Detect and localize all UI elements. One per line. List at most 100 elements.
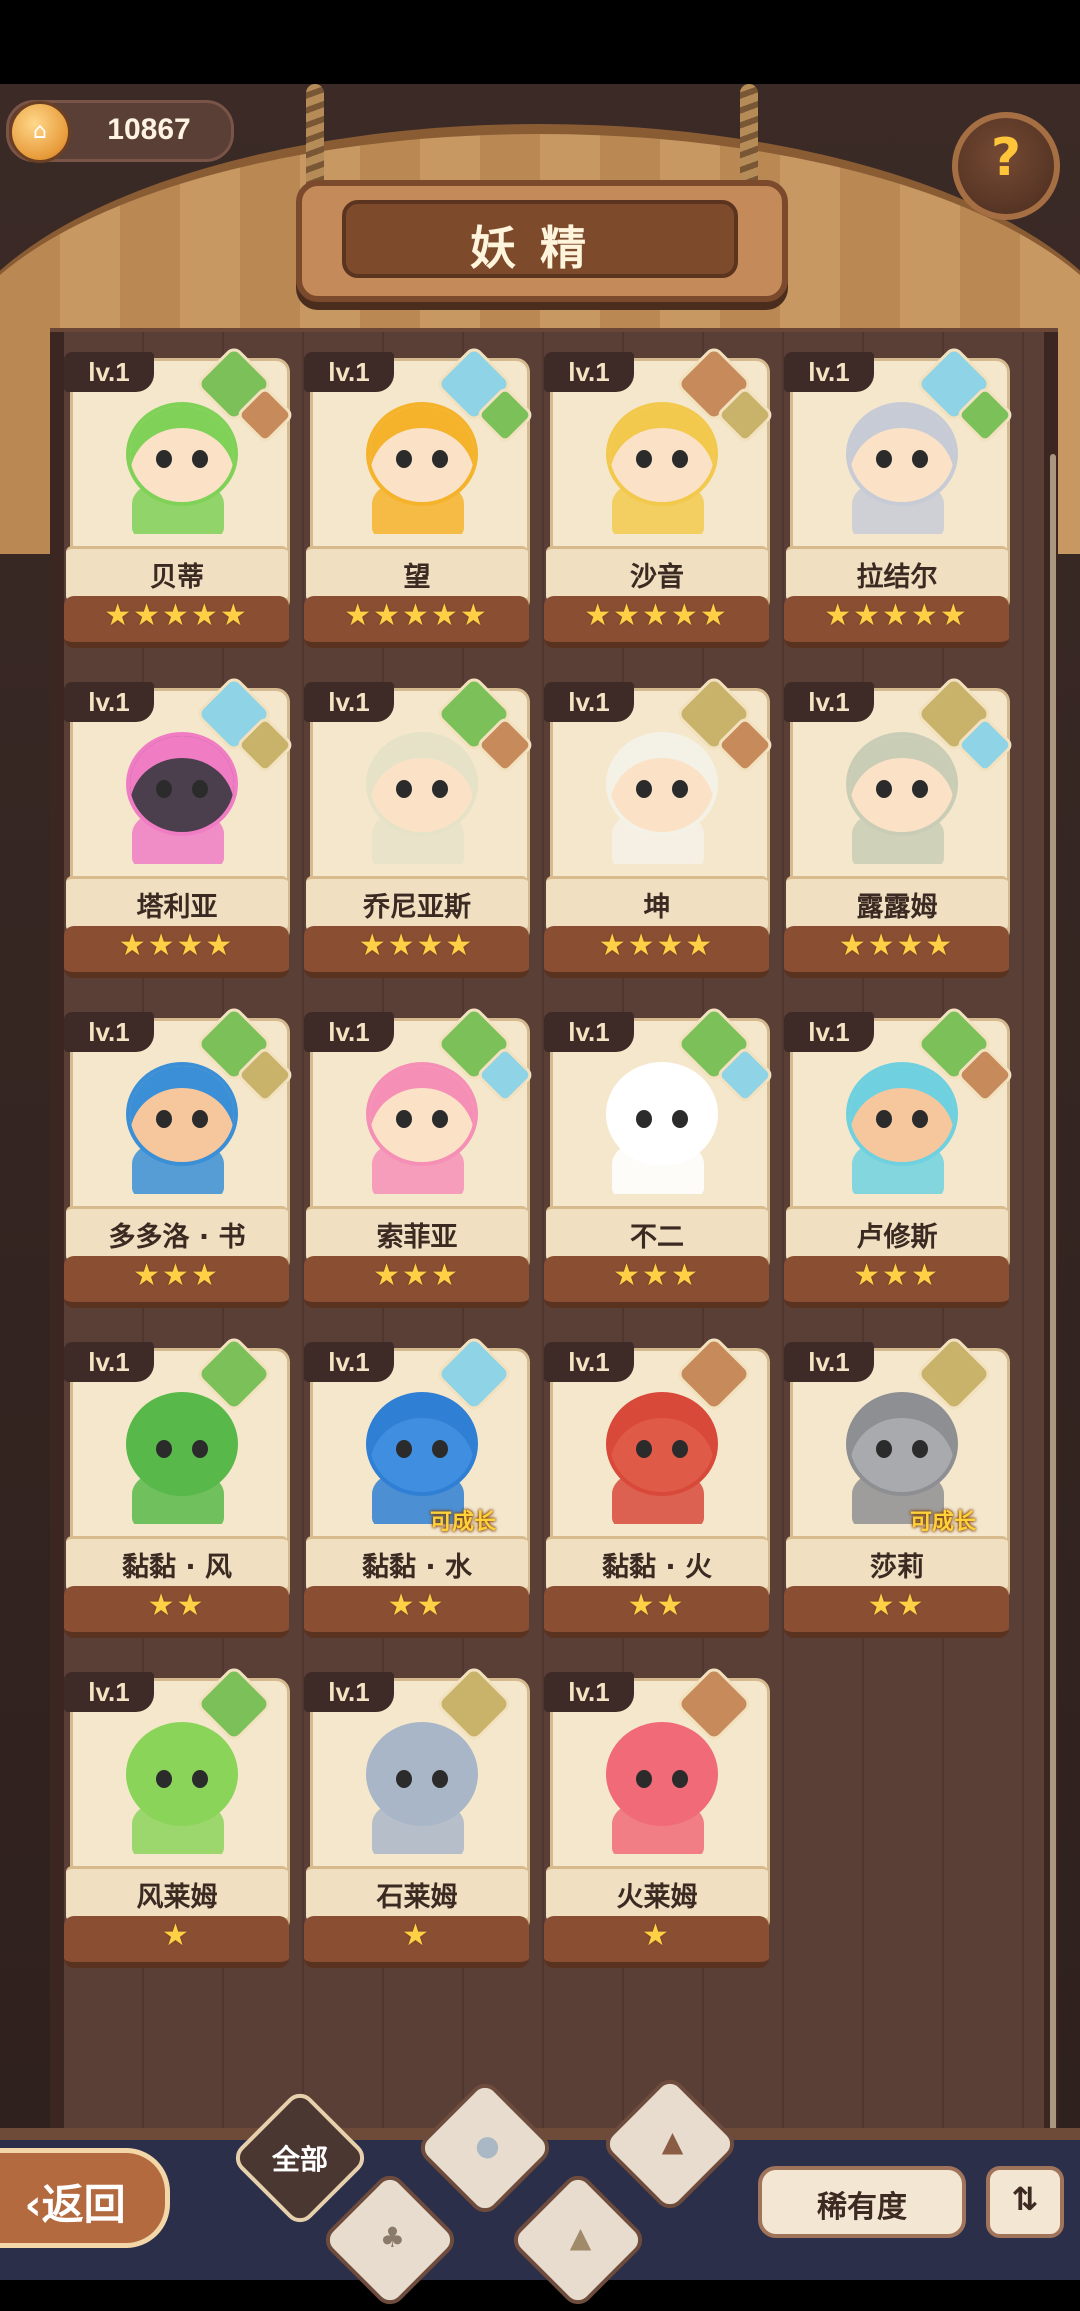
- fairy-eye-left: [396, 1440, 412, 1458]
- fairy-eye-right: [432, 780, 448, 798]
- star-bar: ★: [304, 1916, 529, 1968]
- star-rating: ★★★: [133, 1258, 220, 1293]
- star-bar: ★: [64, 1916, 289, 1968]
- name-banner: 拉结尔: [786, 546, 1008, 602]
- star-rating: ★★★: [373, 1258, 460, 1293]
- fairy-name: 石莱姆: [376, 1882, 458, 1913]
- fairy-name: 多多洛 · 书: [108, 1222, 246, 1253]
- star-bar: ★★★★: [64, 926, 289, 978]
- fairy-card[interactable]: lv.1 拉结尔 ★★★★★: [784, 344, 1015, 648]
- currency-counter: ⌂ 10867: [6, 100, 234, 163]
- fairy-card[interactable]: lv.1 索菲亚 ★★★: [304, 1004, 535, 1308]
- fairy-head: [126, 402, 238, 506]
- name-banner: 沙音: [546, 546, 768, 602]
- mountain-filter-icon: ▲: [661, 2125, 684, 2159]
- sort-order-button[interactable]: ⇅: [986, 2166, 1064, 2238]
- fairy-head: [846, 402, 958, 506]
- fairy-card[interactable]: lv.1 石莱姆 ★: [304, 1664, 530, 1968]
- level-badge: lv.1: [64, 682, 154, 722]
- fairy-head: [366, 1392, 478, 1496]
- fairy-head: [606, 1722, 718, 1826]
- star-bar: ★★★★★: [64, 596, 289, 648]
- fairy-eye-right: [192, 450, 208, 468]
- fairy-card[interactable]: lv.1 望 ★★★★★: [304, 344, 535, 648]
- fairy-eye-right: [432, 1440, 448, 1458]
- fairy-name: 沙音: [630, 562, 684, 593]
- fairy-name: 卢修斯: [856, 1222, 938, 1253]
- fairy-card[interactable]: lv.1 火莱姆 ★: [544, 1664, 770, 1968]
- fairy-card[interactable]: lv.1 可成长 莎莉 ★★: [784, 1334, 1010, 1638]
- star-rating: ★: [162, 1918, 191, 1953]
- name-banner: 莎莉: [786, 1536, 1008, 1592]
- scrollbar-track[interactable]: [1050, 454, 1056, 2214]
- level-badge: lv.1: [784, 352, 874, 392]
- name-banner: 多多洛 · 书: [66, 1206, 288, 1262]
- fairy-card[interactable]: lv.1 贝蒂 ★★★★★: [64, 344, 295, 648]
- fairy-name: 贝蒂: [150, 562, 204, 593]
- star-bar: ★★: [304, 1586, 529, 1638]
- fairy-eye-left: [876, 1110, 892, 1128]
- name-banner: 风莱姆: [66, 1866, 288, 1922]
- rarity-sort-button[interactable]: 稀有度: [758, 2166, 966, 2238]
- game-scene: 妖精 ⌂ 10867 ? lv.1 贝蒂 ★★★★★ lv.1 望 ★★★★★ lv.1 沙音…: [0, 84, 1080, 2280]
- question-sprout-icon: ?: [990, 128, 1022, 188]
- fairy-card[interactable]: lv.1 不二 ★★★: [544, 1004, 775, 1308]
- fairy-card[interactable]: lv.1 风莱姆 ★: [64, 1664, 290, 1968]
- level-badge: lv.1: [544, 1012, 634, 1052]
- fairy-eye-left: [156, 780, 172, 798]
- name-banner: 贝蒂: [66, 546, 288, 602]
- back-button[interactable]: ‹返回: [0, 2148, 170, 2248]
- level-badge: lv.1: [544, 1342, 634, 1382]
- fairy-name: 望: [403, 562, 431, 593]
- fairy-name: 火莱姆: [616, 1882, 698, 1913]
- star-rating: ★★★★: [838, 928, 955, 963]
- level-badge: lv.1: [64, 1342, 154, 1382]
- fairy-eye-left: [636, 1770, 652, 1788]
- fairy-head: [606, 1062, 718, 1166]
- fairy-name: 莎莉: [870, 1552, 924, 1583]
- fairy-eye-right: [672, 1440, 688, 1458]
- fairy-name: 黏黏 · 火: [601, 1552, 713, 1583]
- fairy-name: 拉结尔: [856, 562, 938, 593]
- fairy-card[interactable]: lv.1 多多洛 · 书 ★★★: [64, 1004, 295, 1308]
- fairy-card[interactable]: lv.1 卢修斯 ★★★: [784, 1004, 1015, 1308]
- level-badge: lv.1: [544, 682, 634, 722]
- fairy-card[interactable]: lv.1 黏黏 · 风 ★★: [64, 1334, 290, 1638]
- level-badge: lv.1: [784, 1342, 874, 1382]
- help-button[interactable]: ?: [952, 112, 1060, 220]
- star-rating: ★★★: [613, 1258, 700, 1293]
- fairy-head: [606, 402, 718, 506]
- growable-tag: 可成长: [910, 1510, 977, 1535]
- fairy-name: 黏黏 · 风: [121, 1552, 233, 1583]
- plant-filter-icon: ♣: [379, 2221, 406, 2255]
- fairy-eye-right: [672, 1770, 688, 1788]
- fairy-card[interactable]: lv.1 坤 ★★★★: [544, 674, 775, 978]
- star-rating: ★★★★★: [104, 598, 249, 633]
- currency-value: 10867: [107, 113, 191, 146]
- fairy-head: [126, 732, 238, 836]
- fairy-eye-right: [672, 450, 688, 468]
- fairy-eye-left: [396, 1110, 412, 1128]
- fairy-name: 坤: [643, 892, 671, 923]
- fairy-eye-right: [432, 1110, 448, 1128]
- level-badge: lv.1: [544, 352, 634, 392]
- fairy-card[interactable]: lv.1 塔利亚 ★★★★: [64, 674, 295, 978]
- fairy-card[interactable]: lv.1 黏黏 · 火 ★★: [544, 1334, 770, 1638]
- fairy-eye-left: [156, 1440, 172, 1458]
- fairy-head: [366, 1722, 478, 1826]
- fairy-eye-left: [636, 1440, 652, 1458]
- star-bar: ★★★: [784, 1256, 1009, 1308]
- fairy-card[interactable]: lv.1 沙音 ★★★★★: [544, 344, 775, 648]
- name-banner: 露露姆: [786, 876, 1008, 932]
- fairy-name: 风莱姆: [136, 1882, 218, 1913]
- star-bar: ★★★: [304, 1256, 529, 1308]
- fairy-eye-left: [636, 780, 652, 798]
- fairy-card[interactable]: lv.1 乔尼亚斯 ★★★★: [304, 674, 535, 978]
- fairy-card[interactable]: lv.1 可成长 黏黏 · 水 ★★: [304, 1334, 530, 1638]
- star-bar: ★★★★: [784, 926, 1009, 978]
- level-badge: lv.1: [304, 1672, 394, 1712]
- level-badge: lv.1: [64, 1012, 154, 1052]
- star-bar: ★★★: [544, 1256, 769, 1308]
- star-bar: ★★★: [64, 1256, 289, 1308]
- fairy-card[interactable]: lv.1 露露姆 ★★★★: [784, 674, 1015, 978]
